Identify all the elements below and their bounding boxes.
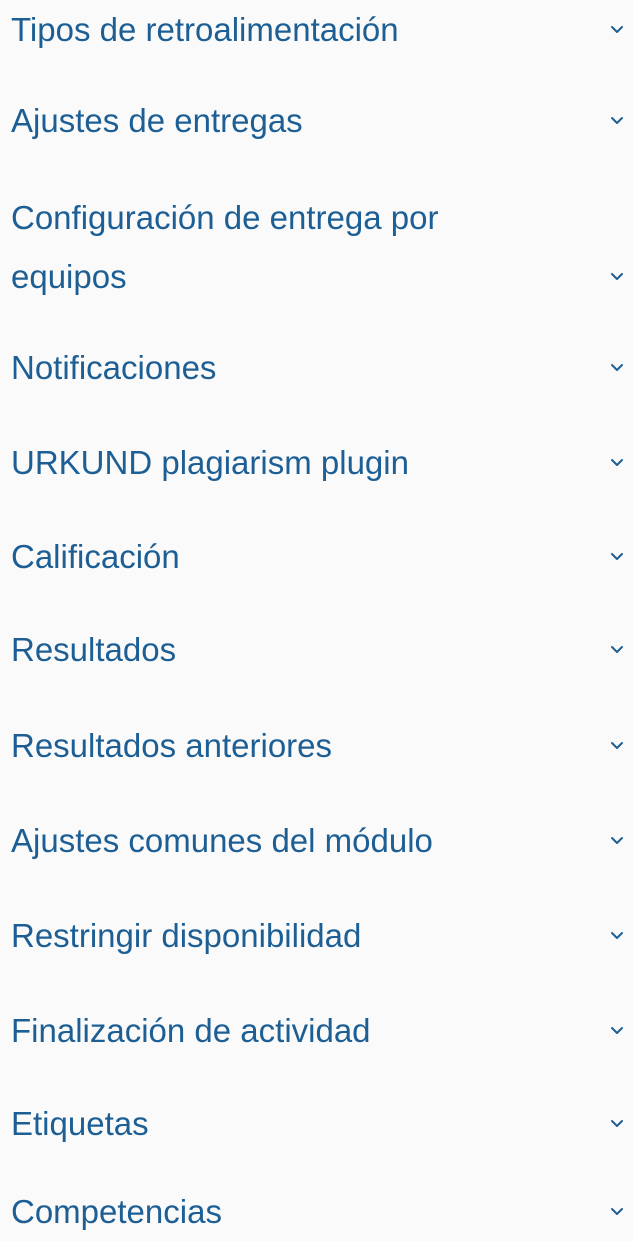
chevron-down-icon[interactable] — [606, 451, 628, 473]
chevron-down-icon[interactable] — [606, 1200, 628, 1222]
chevron-down-icon[interactable] — [606, 924, 628, 946]
section-title[interactable]: URKUND plagiarism plugin — [11, 433, 409, 492]
section-configuracion-entrega-equipos[interactable]: Configuración de entrega por equipos — [0, 188, 633, 306]
section-title[interactable]: Notificaciones — [11, 338, 216, 397]
section-title-line1[interactable]: Configuración de entrega por — [11, 188, 438, 247]
section-urkund-plugin[interactable]: URKUND plagiarism plugin — [0, 433, 633, 492]
section-etiquetas[interactable]: Etiquetas — [0, 1094, 633, 1153]
section-title[interactable]: Ajustes comunes del módulo — [11, 811, 433, 870]
section-title[interactable]: Competencias — [11, 1182, 222, 1241]
chevron-down-icon[interactable] — [606, 829, 628, 851]
section-title[interactable]: Etiquetas — [11, 1094, 149, 1153]
settings-accordion: Tipos de retroalimentación Ajustes de en… — [0, 0, 633, 1240]
chevron-down-icon[interactable] — [606, 638, 628, 660]
section-title[interactable]: Ajustes de entregas — [11, 91, 303, 150]
section-notificaciones[interactable]: Notificaciones — [0, 338, 633, 397]
section-title[interactable]: Resultados anteriores — [11, 716, 332, 775]
section-title-line2[interactable]: equipos — [11, 247, 127, 306]
chevron-down-icon[interactable] — [606, 18, 628, 40]
section-ajustes-entregas[interactable]: Ajustes de entregas — [0, 91, 633, 150]
chevron-down-icon[interactable] — [606, 1112, 628, 1134]
chevron-down-icon[interactable] — [606, 734, 628, 756]
chevron-down-icon[interactable] — [606, 109, 628, 131]
section-ajustes-comunes[interactable]: Ajustes comunes del módulo — [0, 811, 633, 870]
section-title[interactable]: Tipos de retroalimentación — [11, 0, 399, 59]
chevron-down-icon[interactable] — [606, 265, 628, 287]
section-title[interactable]: Finalización de actividad — [11, 1001, 371, 1060]
section-restringir-disponibilidad[interactable]: Restringir disponibilidad — [0, 906, 633, 965]
section-finalizacion-actividad[interactable]: Finalización de actividad — [0, 1001, 633, 1060]
section-title[interactable]: Restringir disponibilidad — [11, 906, 361, 965]
chevron-down-icon[interactable] — [606, 356, 628, 378]
section-resultados[interactable]: Resultados — [0, 620, 633, 679]
section-title[interactable]: Resultados — [11, 620, 176, 679]
section-tipos-retroalimentacion[interactable]: Tipos de retroalimentación — [0, 0, 633, 59]
chevron-down-icon[interactable] — [606, 545, 628, 567]
section-calificacion[interactable]: Calificación — [0, 527, 633, 586]
section-resultados-anteriores[interactable]: Resultados anteriores — [0, 716, 633, 775]
section-competencias[interactable]: Competencias — [0, 1182, 633, 1240]
chevron-down-icon[interactable] — [606, 1019, 628, 1041]
section-title[interactable]: Calificación — [11, 527, 180, 586]
